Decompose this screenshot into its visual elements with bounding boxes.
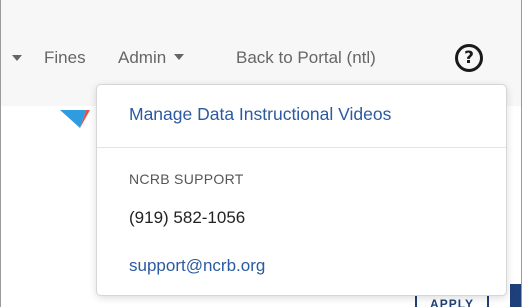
caret-down-icon	[174, 53, 185, 60]
nav-item-back-to-portal[interactable]: Back to Portal (ntl)	[236, 46, 376, 70]
nav-item-admin-label: Admin	[118, 48, 167, 67]
support-email-link[interactable]: support@ncrb.org	[129, 256, 265, 276]
question-circle-icon[interactable]: ?	[455, 44, 483, 72]
support-section-header: NCRB SUPPORT	[129, 171, 244, 187]
nav-item-fines[interactable]: Fines	[44, 46, 86, 70]
menu-item-manage-data-instructional-videos[interactable]: Manage Data Instructional Videos	[129, 104, 391, 125]
decorative-shape	[60, 110, 90, 128]
caret-down-icon[interactable]	[12, 55, 22, 61]
admin-dropdown-menu: Manage Data Instructional Videos NCRB SU…	[96, 84, 507, 296]
menu-divider	[97, 147, 506, 148]
support-phone: (919) 582-1056	[129, 208, 246, 227]
side-accent-bar	[510, 284, 521, 307]
nav-item-admin[interactable]: Admin	[118, 46, 185, 70]
